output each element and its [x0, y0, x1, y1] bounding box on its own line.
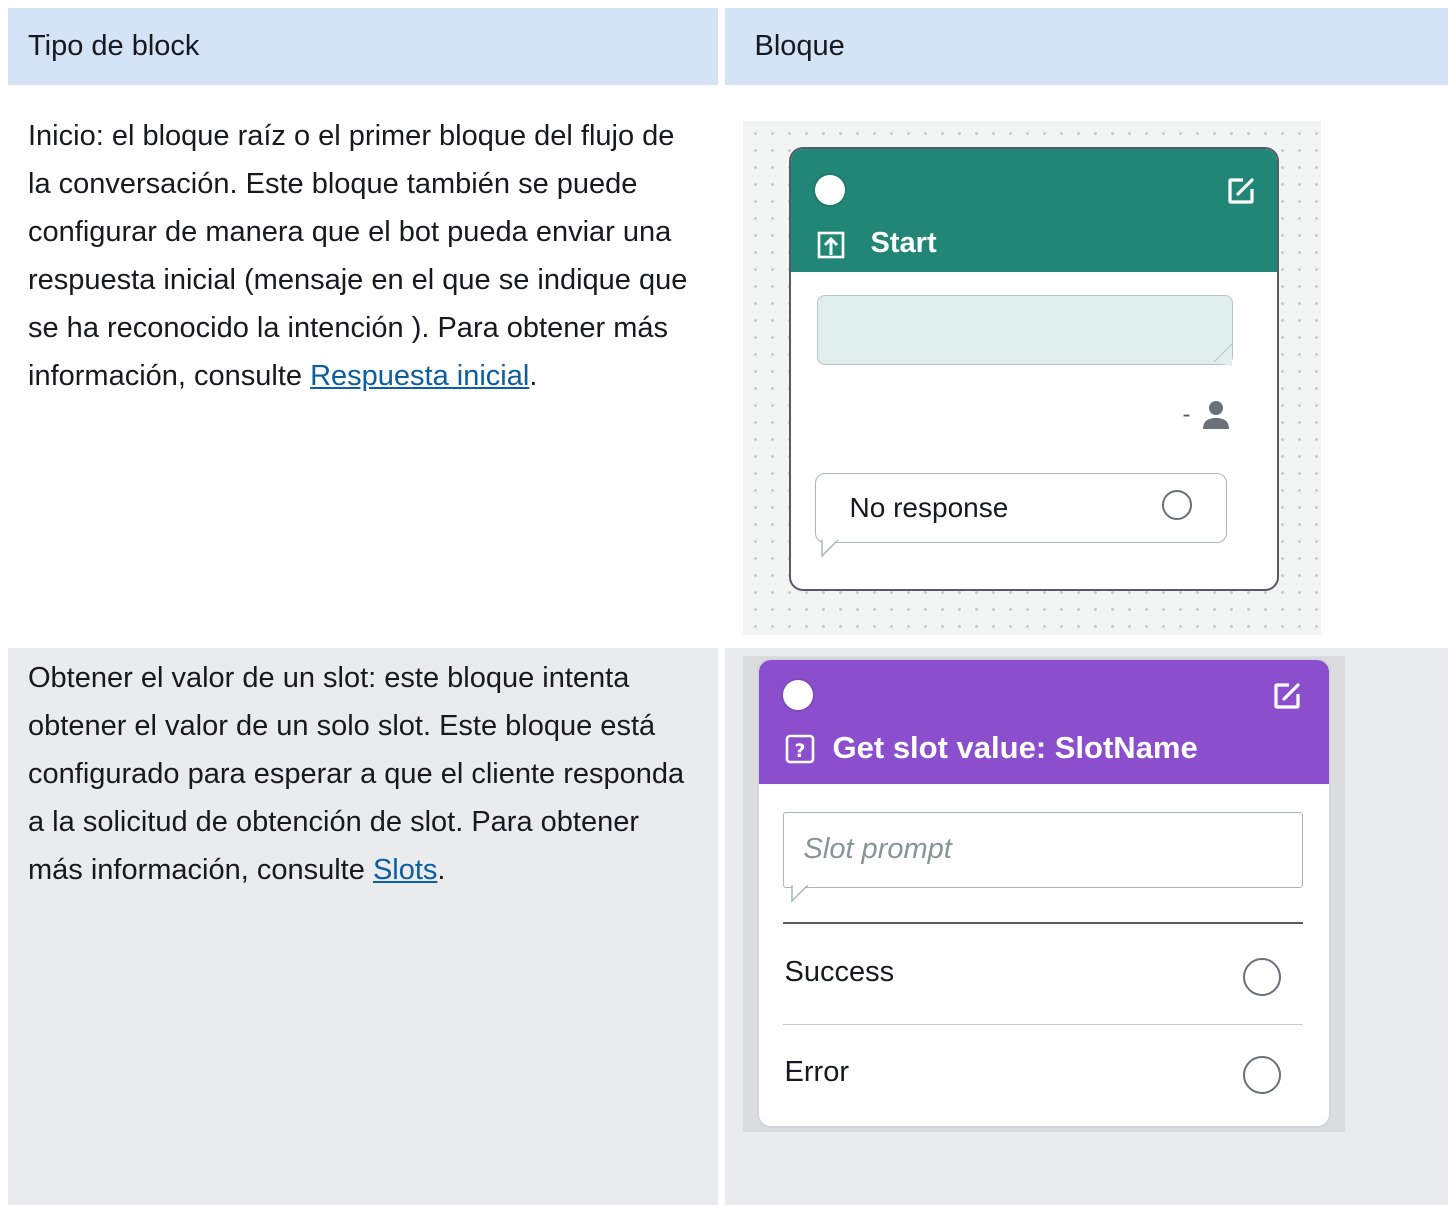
initial-response-link[interactable]: Respuesta inicial	[310, 360, 529, 392]
slot-block-card: ? Get slot value: SlotName Slot prompt S…	[756, 658, 1331, 1128]
error-output-label: Error	[784, 1056, 849, 1088]
user-indicator: -	[1183, 399, 1231, 431]
description-text: Obtener el valor de un slot: este bloque…	[28, 662, 685, 886]
start-icon	[817, 231, 844, 259]
table-row: Inicio: el bloque raíz o el primer bloqu…	[8, 88, 1448, 646]
user-marker: -	[1182, 401, 1191, 428]
input-connector-icon[interactable]	[814, 175, 845, 205]
start-block-card: Start - No response	[788, 147, 1279, 591]
output-divider	[782, 1024, 1303, 1025]
slot-prompt-field[interactable]: Slot prompt	[782, 812, 1303, 903]
initial-response-bubble[interactable]	[816, 295, 1233, 366]
slots-link[interactable]: Slots	[373, 854, 437, 886]
user-icon	[1202, 401, 1229, 429]
input-connector-icon[interactable]	[782, 680, 813, 710]
output-connector-icon[interactable]	[1161, 490, 1192, 520]
bubble-tail-icon	[820, 540, 839, 558]
no-response-output[interactable]: No response	[814, 473, 1227, 558]
description-cell: Inicio: el bloque raíz o el primer bloqu…	[8, 88, 718, 646]
edit-icon[interactable]	[1227, 177, 1255, 205]
bubble-tail-icon	[790, 885, 809, 903]
description-text: Inicio: el bloque raíz o el primer bloqu…	[28, 120, 688, 392]
table-row: Obtener el valor de un slot: este bloque…	[8, 648, 1448, 1205]
start-block-title: Start	[870, 227, 937, 259]
start-block-header: Start	[790, 149, 1277, 272]
bubble-tail-icon	[1211, 343, 1232, 366]
error-connector-icon[interactable]	[1242, 1056, 1281, 1094]
figure-cell: Start - No response	[724, 88, 1448, 646]
slot-block-description: Obtener el valor de un slot: este bloque…	[8, 648, 718, 894]
block-types-table: Tipo de block Bloque Inicio: el bloque r…	[8, 8, 1448, 1205]
edit-icon[interactable]	[1273, 682, 1301, 710]
success-connector-icon[interactable]	[1242, 958, 1281, 996]
start-block-description: Inicio: el bloque raíz o el primer bloqu…	[8, 88, 718, 400]
figure-cell: ? Get slot value: SlotName Slot prompt S…	[724, 648, 1448, 1205]
description-end: .	[437, 854, 446, 886]
slot-block-header: ? Get slot value: SlotName	[758, 660, 1329, 784]
question-icon: ?	[785, 734, 814, 764]
start-block-figure: Start - No response	[742, 121, 1321, 635]
svg-text:?: ?	[794, 740, 805, 762]
column-header-block-type: Tipo de block	[8, 8, 718, 85]
description-cell: Obtener el valor de un slot: este bloque…	[8, 648, 718, 1205]
no-response-label: No response	[849, 492, 1009, 523]
slot-prompt-placeholder: Slot prompt	[803, 833, 952, 865]
section-divider	[782, 922, 1303, 924]
table-header-row: Tipo de block Bloque	[8, 8, 1448, 85]
slot-block-title: Get slot value: SlotName	[832, 730, 1198, 765]
slot-block-figure: ? Get slot value: SlotName Slot prompt S…	[742, 656, 1345, 1132]
description-end: .	[529, 360, 538, 392]
success-output-label: Success	[784, 956, 895, 988]
column-header-block: Bloque	[724, 8, 1448, 85]
